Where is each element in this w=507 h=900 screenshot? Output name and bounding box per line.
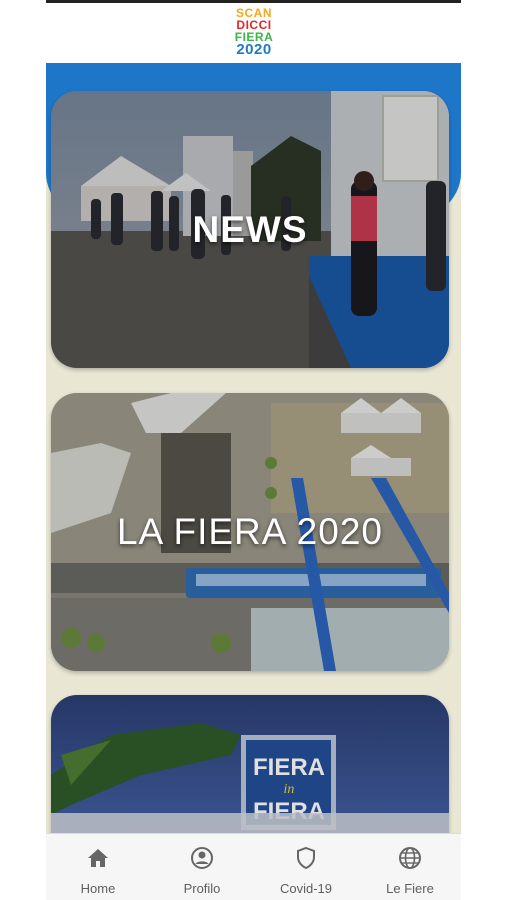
- app-header: SCAN DICCI FIERA 2020: [46, 3, 461, 63]
- tab-le-fiere[interactable]: Le Fiere: [358, 834, 461, 900]
- app-screen: SCAN DICCI FIERA 2020 NEWS LA FIERA 2020…: [46, 3, 461, 900]
- home-content: NEWS LA FIERA 2020 FIERA in FIERA: [46, 63, 461, 833]
- home-icon: [88, 849, 108, 867]
- tab-profilo[interactable]: Profilo: [150, 834, 254, 900]
- globe-icon: [399, 847, 421, 869]
- tab-profilo-label: Profilo: [183, 881, 221, 896]
- tab-covid[interactable]: Covid-19: [254, 834, 358, 900]
- news-card-title: NEWS: [192, 209, 308, 250]
- shield-icon: [297, 846, 315, 870]
- bottom-tab-bar: Home Profilo Covid-19 Le Fiere: [46, 833, 461, 900]
- news-card[interactable]: NEWS: [51, 91, 449, 368]
- scandicci-fiera-logo: SCAN DICCI FIERA 2020: [226, 7, 282, 58]
- tab-covid-label: Covid-19: [279, 881, 333, 896]
- fiera-in-fiera-photo: FIERA in FIERA: [51, 695, 449, 833]
- fiera-in-fiera-card[interactable]: FIERA in FIERA: [51, 695, 449, 833]
- tab-home[interactable]: Home: [46, 834, 150, 900]
- tab-home-label: Home: [80, 881, 116, 896]
- logo-line-4: 2020: [236, 41, 272, 58]
- profile-icon: [191, 847, 213, 869]
- la-fiera-card-title: LA FIERA 2020: [116, 511, 383, 552]
- tab-le-fiere-label: Le Fiere: [386, 881, 434, 896]
- la-fiera-card[interactable]: LA FIERA 2020: [51, 393, 449, 671]
